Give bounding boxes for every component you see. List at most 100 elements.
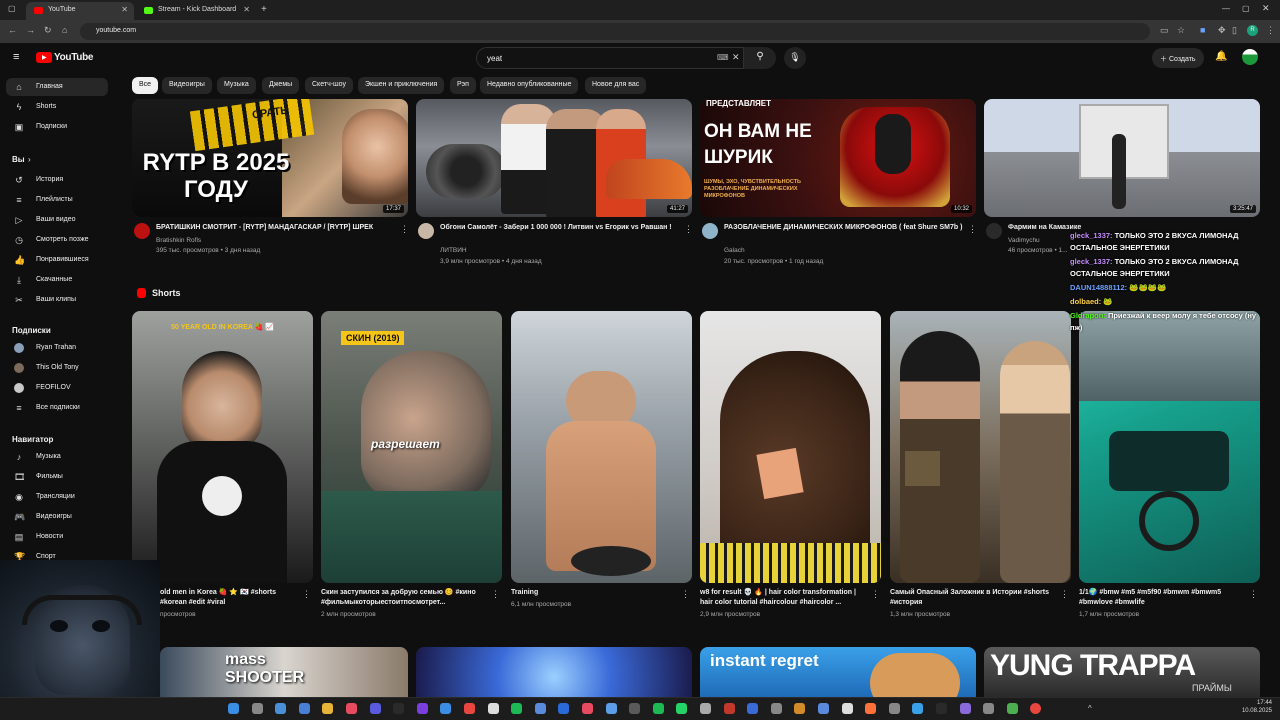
video-thumbnail[interactable]: СРАТЬ RYTP В 2025 ГОДУ 17:37: [132, 99, 408, 217]
spotify-icon[interactable]: [652, 703, 664, 714]
sidebar-item[interactable]: ✂ Ваши клипы: [6, 291, 108, 309]
app-icon[interactable]: [393, 703, 405, 714]
browser-menu-icon[interactable]: ⋮: [1266, 25, 1275, 36]
app-icon[interactable]: [558, 703, 570, 714]
app-icon[interactable]: [369, 703, 381, 714]
more-options-icon[interactable]: ⋮: [871, 589, 880, 600]
channel-avatar[interactable]: [418, 223, 434, 239]
sidebar-item[interactable]: ▣ Подписки: [6, 118, 108, 136]
more-options-icon[interactable]: ⋮: [681, 589, 690, 600]
sidebar-item[interactable]: ▤ Новости: [6, 528, 108, 546]
video-title[interactable]: РАЗОБЛАЧЕНИЕ ДИНАМИЧЕСКИХ МИКРОФОНОВ ( f…: [724, 223, 964, 233]
sidebar-heading-subscriptions[interactable]: Подписки: [12, 326, 51, 335]
more-options-icon[interactable]: ⋮: [400, 224, 409, 235]
install-icon[interactable]: ▭: [1160, 25, 1169, 36]
sidebar-item[interactable]: FEOFILOV: [6, 379, 108, 397]
app-icon[interactable]: [700, 703, 711, 714]
maximize-icon[interactable]: ▢: [1242, 4, 1250, 13]
app-icon[interactable]: [487, 703, 499, 714]
app-icon[interactable]: [464, 703, 475, 714]
voice-search-button[interactable]: 🎙: [784, 47, 806, 69]
app-icon[interactable]: [818, 703, 829, 714]
video-thumbnail[interactable]: YUNG TRAPPA ПРАЙМЫ: [984, 647, 1260, 697]
more-options-icon[interactable]: ⋮: [302, 589, 311, 600]
channel-avatar[interactable]: [702, 223, 718, 239]
app-icon[interactable]: [983, 703, 995, 714]
windows-start-icon[interactable]: [228, 703, 239, 714]
taskbar-search-icon[interactable]: [251, 703, 263, 714]
tray-chevron-icon[interactable]: ^: [1088, 704, 1092, 713]
sidebar-item[interactable]: ◉ Трансляции: [6, 488, 108, 506]
tab-kick-dashboard[interactable]: Stream - Kick Dashboard ✕: [136, 2, 256, 20]
short-title[interactable]: Скин заступился за добрую семью 😊 #кино …: [321, 588, 486, 608]
app-icon[interactable]: [1006, 703, 1018, 714]
chevron-right-icon[interactable]: ›: [28, 155, 31, 164]
chip-3[interactable]: Джемы: [262, 77, 300, 94]
task-view-icon[interactable]: [275, 703, 287, 714]
chip-2[interactable]: Музыка: [217, 77, 256, 94]
forward-icon[interactable]: →: [26, 25, 35, 35]
home-icon[interactable]: ⌂: [62, 25, 67, 35]
firefox-icon[interactable]: [865, 703, 877, 714]
short-title[interactable]: 1/1🌍 #bmw #m5 #m5f90 #bmwm #bmwm5 #bmwlo…: [1079, 588, 1244, 608]
app-icon[interactable]: [723, 703, 735, 714]
more-options-icon[interactable]: ⋮: [968, 224, 977, 235]
channel-name[interactable]: Bratishkin Rofls: [156, 237, 201, 245]
back-icon[interactable]: ←: [8, 25, 17, 35]
short-thumbnail[interactable]: СКИН (2019) разрешает: [321, 311, 502, 583]
spotify-icon[interactable]: [511, 703, 523, 714]
short-thumbnail[interactable]: [511, 311, 692, 583]
close-tab-icon[interactable]: ✕: [121, 5, 128, 14]
sidebar-item[interactable]: ◷ Смотреть позже: [6, 231, 108, 249]
tab-search-icon[interactable]: ▢: [8, 4, 16, 13]
short-title[interactable]: w8 for result 💀 🔥 | hair color transform…: [700, 588, 865, 608]
app-icon[interactable]: [841, 703, 853, 714]
channel-name[interactable]: ЛИТВИН: [440, 247, 467, 255]
short-thumbnail[interactable]: [1079, 311, 1260, 583]
chip-8[interactable]: Новое для вас: [585, 77, 647, 94]
more-options-icon[interactable]: ⋮: [1249, 589, 1258, 600]
sidebar-item[interactable]: ⤓ Скачанные: [6, 271, 108, 289]
clock-date[interactable]: 10.08.2025: [1230, 708, 1272, 714]
sidebar-item[interactable]: ♪ Музыка: [6, 448, 108, 466]
app-icon[interactable]: [346, 703, 357, 714]
keyboard-icon[interactable]: ⌨: [717, 53, 729, 62]
channel-name[interactable]: Vadimychu: [1008, 237, 1040, 245]
search-button[interactable]: ⚲: [744, 47, 776, 69]
widgets-icon[interactable]: [298, 703, 310, 714]
video-thumbnail[interactable]: [416, 647, 692, 697]
sidepanel-icon[interactable]: ▯: [1232, 25, 1237, 36]
channel-avatar[interactable]: [986, 223, 1002, 239]
file-explorer-icon[interactable]: [322, 703, 334, 714]
clear-search-icon[interactable]: ✕: [732, 52, 740, 63]
app-icon[interactable]: [747, 703, 759, 714]
chip-1[interactable]: Видеоигры: [162, 77, 212, 94]
sidebar-heading-you[interactable]: Вы: [12, 155, 25, 164]
sidebar-item[interactable]: 🎞 Фильмы: [6, 468, 108, 486]
app-icon[interactable]: [912, 703, 924, 714]
minimize-icon[interactable]: —: [1222, 4, 1230, 13]
app-icon[interactable]: [794, 703, 806, 714]
profile-avatar[interactable]: R: [1247, 25, 1258, 36]
tab-youtube[interactable]: YouTube ✕: [26, 2, 134, 20]
video-thumbnail[interactable]: mass SHOOTER: [160, 647, 408, 697]
new-tab-icon[interactable]: +: [261, 4, 267, 15]
sidebar-item[interactable]: ≡ Плейлисты: [6, 191, 108, 209]
app-icon[interactable]: [416, 703, 428, 714]
account-avatar[interactable]: [1242, 49, 1258, 65]
channel-name[interactable]: Galach: [724, 247, 745, 255]
more-options-icon[interactable]: ⋮: [1060, 589, 1069, 600]
extensions-puzzle-icon[interactable]: ✥: [1218, 25, 1226, 36]
sidebar-item[interactable]: This Old Tony: [6, 359, 108, 377]
create-button[interactable]: ＋ Создать: [1152, 48, 1204, 68]
chip-5[interactable]: Экшен и приключения: [358, 77, 445, 94]
short-title[interactable]: Training: [511, 588, 676, 598]
menu-hamburger-icon[interactable]: ≡: [13, 51, 19, 63]
sidebar-heading-explore[interactable]: Навигатор: [12, 435, 53, 444]
app-icon[interactable]: [888, 703, 900, 714]
app-icon[interactable]: [959, 703, 971, 714]
app-icon[interactable]: [582, 703, 593, 714]
whatsapp-icon[interactable]: [676, 703, 688, 714]
chip-6[interactable]: Рэп: [450, 77, 476, 94]
short-thumbnail[interactable]: [700, 311, 881, 583]
